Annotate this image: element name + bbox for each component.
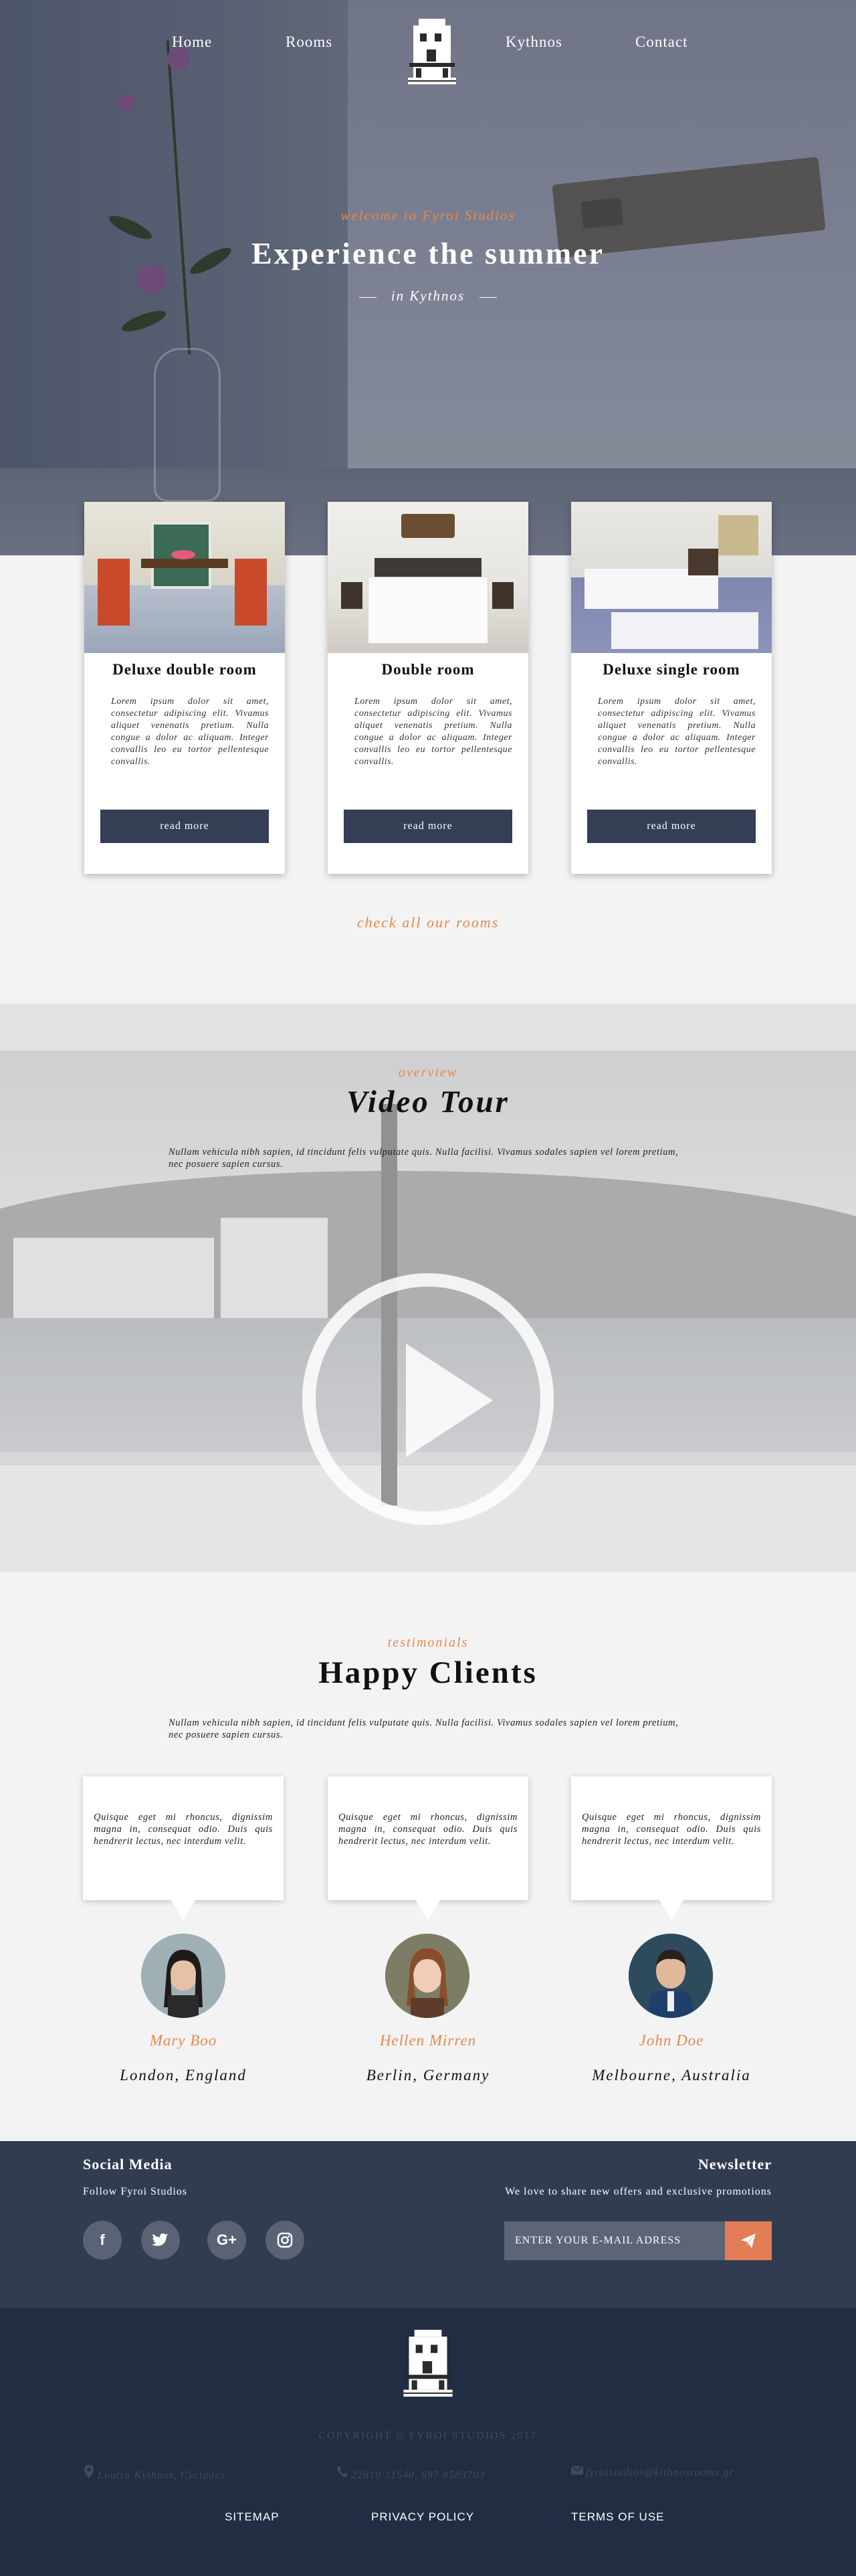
sitemap-link[interactable]: SITEMAP: [225, 2510, 280, 2524]
client-name: Mary Boo: [149, 2032, 217, 2049]
check-all-rooms-link[interactable]: check all our rooms: [0, 914, 856, 931]
avatar: [385, 1934, 469, 2018]
page: Home Rooms Kythnos Contact welcome to Fy…: [0, 0, 856, 2576]
hero-vase: [154, 348, 221, 502]
video-title: Video Tour: [346, 1085, 510, 1119]
room-wall-decoration: [401, 514, 455, 538]
room-nightstand: [492, 582, 514, 609]
paper-plane-icon: [741, 2233, 756, 2248]
testimonial-quote: Quisque eget mi rhoncus, dignissim magna…: [83, 1776, 284, 1920]
room-description: Lorem ipsum dolor sit amet, consectetur …: [598, 697, 756, 767]
room-chair: [235, 559, 267, 626]
room-headboard: [374, 558, 481, 578]
facebook-icon[interactable]: f: [83, 2221, 122, 2260]
social-media-title: Social Media: [83, 2156, 173, 2173]
hero-subtitle: in Kythnos: [0, 288, 856, 304]
nav-rooms[interactable]: Rooms: [286, 33, 332, 51]
phone-icon: [336, 2466, 348, 2478]
client-name: John Doe: [639, 2032, 704, 2049]
address-text: Loutra Kythnos, Cyclades: [98, 2470, 225, 2481]
hero-welcome-text: welcome to Fyroi Studios: [340, 207, 516, 223]
room-bed: [611, 612, 758, 649]
room-card-deluxe-single: Deluxe single room Lorem ipsum dolor sit…: [571, 502, 772, 874]
room-image[interactable]: [328, 502, 528, 653]
room-card-deluxe-double: Deluxe double room Lorem ipsum dolor sit…: [84, 502, 285, 874]
newsletter-subtitle: We love to share new offers and exclusiv…: [505, 2186, 772, 2197]
hero-section: Home Rooms Kythnos Contact welcome to Fy…: [0, 0, 856, 555]
nav-contact[interactable]: Contact: [635, 33, 688, 51]
instagram-icon[interactable]: [265, 2221, 304, 2260]
room-desk: [688, 549, 718, 575]
testimonials-title: Happy Clients: [318, 1655, 538, 1690]
room-bed: [368, 577, 488, 644]
hero-flower: [117, 94, 134, 111]
client-name: Hellen Mirren: [379, 2032, 477, 2049]
client-location: Melbourne, Australia: [592, 2067, 751, 2084]
client-location: Berlin, Germany: [366, 2067, 490, 2084]
contact-address: Loutra Kythnos, Cyclades: [83, 2465, 225, 2482]
email-input[interactable]: [504, 2221, 725, 2260]
room-bowl: [171, 550, 195, 559]
room-title: Deluxe single room: [603, 661, 740, 678]
video-description: Nullam vehicula nibh sapien, id tincidun…: [169, 1147, 679, 1170]
subscribe-button[interactable]: [725, 2221, 772, 2260]
google-plus-icon[interactable]: G+: [207, 2221, 246, 2260]
room-card-double: Double room Lorem ipsum dolor sit amet, …: [328, 502, 528, 874]
social-media-subtitle: Follow Fyroi Studios: [83, 2186, 188, 2197]
twitter-icon[interactable]: [141, 2221, 180, 2260]
nav-kythnos[interactable]: Kythnos: [506, 33, 562, 51]
contact-phone[interactable]: 22810 31540, 697 8583703: [336, 2465, 485, 2482]
email-text: fyroistudios@kithnosrooms.gr: [586, 2467, 734, 2478]
testimonial-quote: Quisque eget mi rhoncus, dignissim magna…: [328, 1776, 528, 1920]
read-more-button[interactable]: read more: [344, 810, 512, 843]
main-nav: Home Rooms Kythnos Contact: [0, 0, 856, 94]
fyroi-logo[interactable]: [401, 2327, 455, 2402]
room-kitchen: [718, 515, 758, 555]
map-marker-icon: [84, 2465, 94, 2478]
testimonials-description: Nullam vehicula nibh sapien, id tincidun…: [169, 1718, 679, 1740]
hero-title: Experience the summer: [251, 236, 605, 270]
room-title: Deluxe double room: [112, 661, 257, 678]
video-label: overview: [398, 1065, 458, 1080]
room-description: Lorem ipsum dolor sit amet, consectetur …: [354, 697, 512, 767]
read-more-button[interactable]: read more: [100, 810, 269, 843]
room-image[interactable]: [571, 502, 772, 653]
terms-of-use-link[interactable]: TERMS OF USE: [571, 2510, 665, 2524]
fyroi-logo[interactable]: [407, 16, 457, 90]
copyright-text: COPYRIGHT © FYROI STUDIOS 2017: [318, 2430, 538, 2442]
contact-email[interactable]: fyroistudios@kithnosrooms.gr: [571, 2465, 734, 2479]
footer-social-newsletter: Social Media Follow Fyroi Studios f G+ N…: [0, 2141, 856, 2308]
room-table: [141, 559, 228, 568]
room-title: Double room: [381, 661, 475, 678]
envelope-icon: [571, 2466, 583, 2475]
room-chair: [98, 559, 130, 626]
room-nightstand: [341, 582, 362, 609]
read-more-button[interactable]: read more: [587, 810, 756, 843]
testimonial-quote: Quisque eget mi rhoncus, dignissim magna…: [571, 1776, 772, 1920]
privacy-policy-link[interactable]: PRIVACY POLICY: [371, 2510, 474, 2524]
avatar: [629, 1934, 713, 2018]
nav-home[interactable]: Home: [172, 33, 212, 51]
room-image[interactable]: [84, 502, 285, 653]
divider-line: [358, 296, 377, 298]
play-video-button[interactable]: [302, 1273, 554, 1525]
newsletter-title: Newsletter: [698, 2156, 772, 2173]
room-description: Lorem ipsum dolor sit amet, consectetur …: [111, 697, 269, 767]
avatar: [141, 1934, 225, 2018]
hero-leaf: [119, 306, 169, 336]
divider-line: [479, 296, 498, 298]
testimonials-label: testimonials: [387, 1635, 469, 1650]
hero-subtitle-text: in Kythnos: [391, 288, 465, 304]
footer-bottom: COPYRIGHT © FYROI STUDIOS 2017 Loutra Ky…: [0, 2308, 856, 2576]
phone-text: 22810 31540, 697 8583703: [351, 2470, 485, 2481]
client-location: London, England: [120, 2067, 247, 2084]
